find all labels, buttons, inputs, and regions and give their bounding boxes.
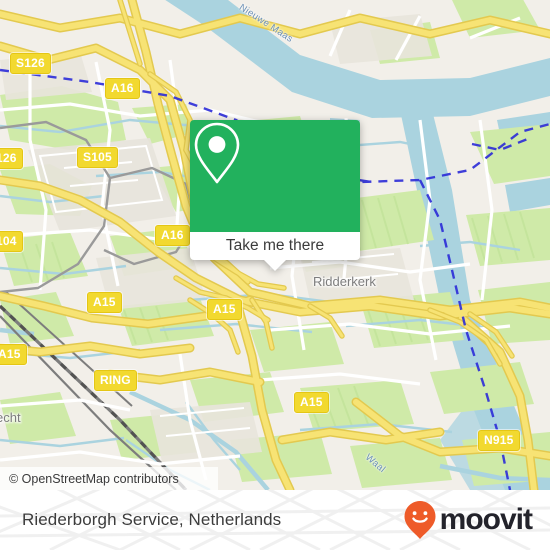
road-shield-a15-west[interactable]: A15 — [87, 292, 122, 313]
moovit-logo[interactable]: moovit — [403, 500, 533, 540]
map-pin-icon — [194, 122, 240, 184]
road-shield-n915[interactable]: N915 — [478, 430, 520, 451]
road-shield-126[interactable]: 126 — [0, 148, 23, 169]
road-shield-a16-north[interactable]: A16 — [105, 78, 140, 99]
moovit-smiley-pin-icon — [404, 501, 436, 539]
moovit-wordmark: moovit — [439, 503, 533, 536]
map-label-echt: echt — [0, 410, 21, 425]
road-shield-a15-edge[interactable]: A15 — [0, 344, 27, 365]
callout-pointer-tail — [264, 260, 286, 271]
road-shield-ring[interactable]: RING — [94, 370, 137, 391]
road-shield-a15-south[interactable]: A15 — [294, 392, 329, 413]
map-canvas[interactable]: Ridderkerk echt Nieuwe Maas Waal S126 A1… — [0, 0, 550, 490]
map-label-ridderkerk: Ridderkerk — [313, 274, 376, 289]
road-shield-a16-mid[interactable]: A16 — [155, 225, 190, 246]
screenshot-root: Ridderkerk echt Nieuwe Maas Waal S126 A1… — [0, 0, 550, 550]
road-shield-s105[interactable]: S105 — [77, 147, 118, 168]
take-me-there-button[interactable]: Take me there — [190, 232, 360, 260]
road-shield-a15-mid[interactable]: A15 — [207, 299, 242, 320]
road-shield-104[interactable]: 104 — [0, 231, 23, 252]
osm-attribution-text: © OpenStreetMap contributors — [9, 471, 179, 486]
osm-attribution[interactable]: © OpenStreetMap contributors — [0, 467, 218, 490]
footer-bar: Riederborgh Service, Netherlands moovit — [0, 490, 550, 550]
take-me-there-label: Take me there — [225, 237, 325, 254]
location-callout-card[interactable]: Take me there — [190, 120, 360, 271]
callout-icon-panel — [190, 120, 360, 232]
footer-location-title: Riederborgh Service, Netherlands — [22, 510, 282, 529]
road-shield-s126[interactable]: S126 — [10, 53, 51, 74]
